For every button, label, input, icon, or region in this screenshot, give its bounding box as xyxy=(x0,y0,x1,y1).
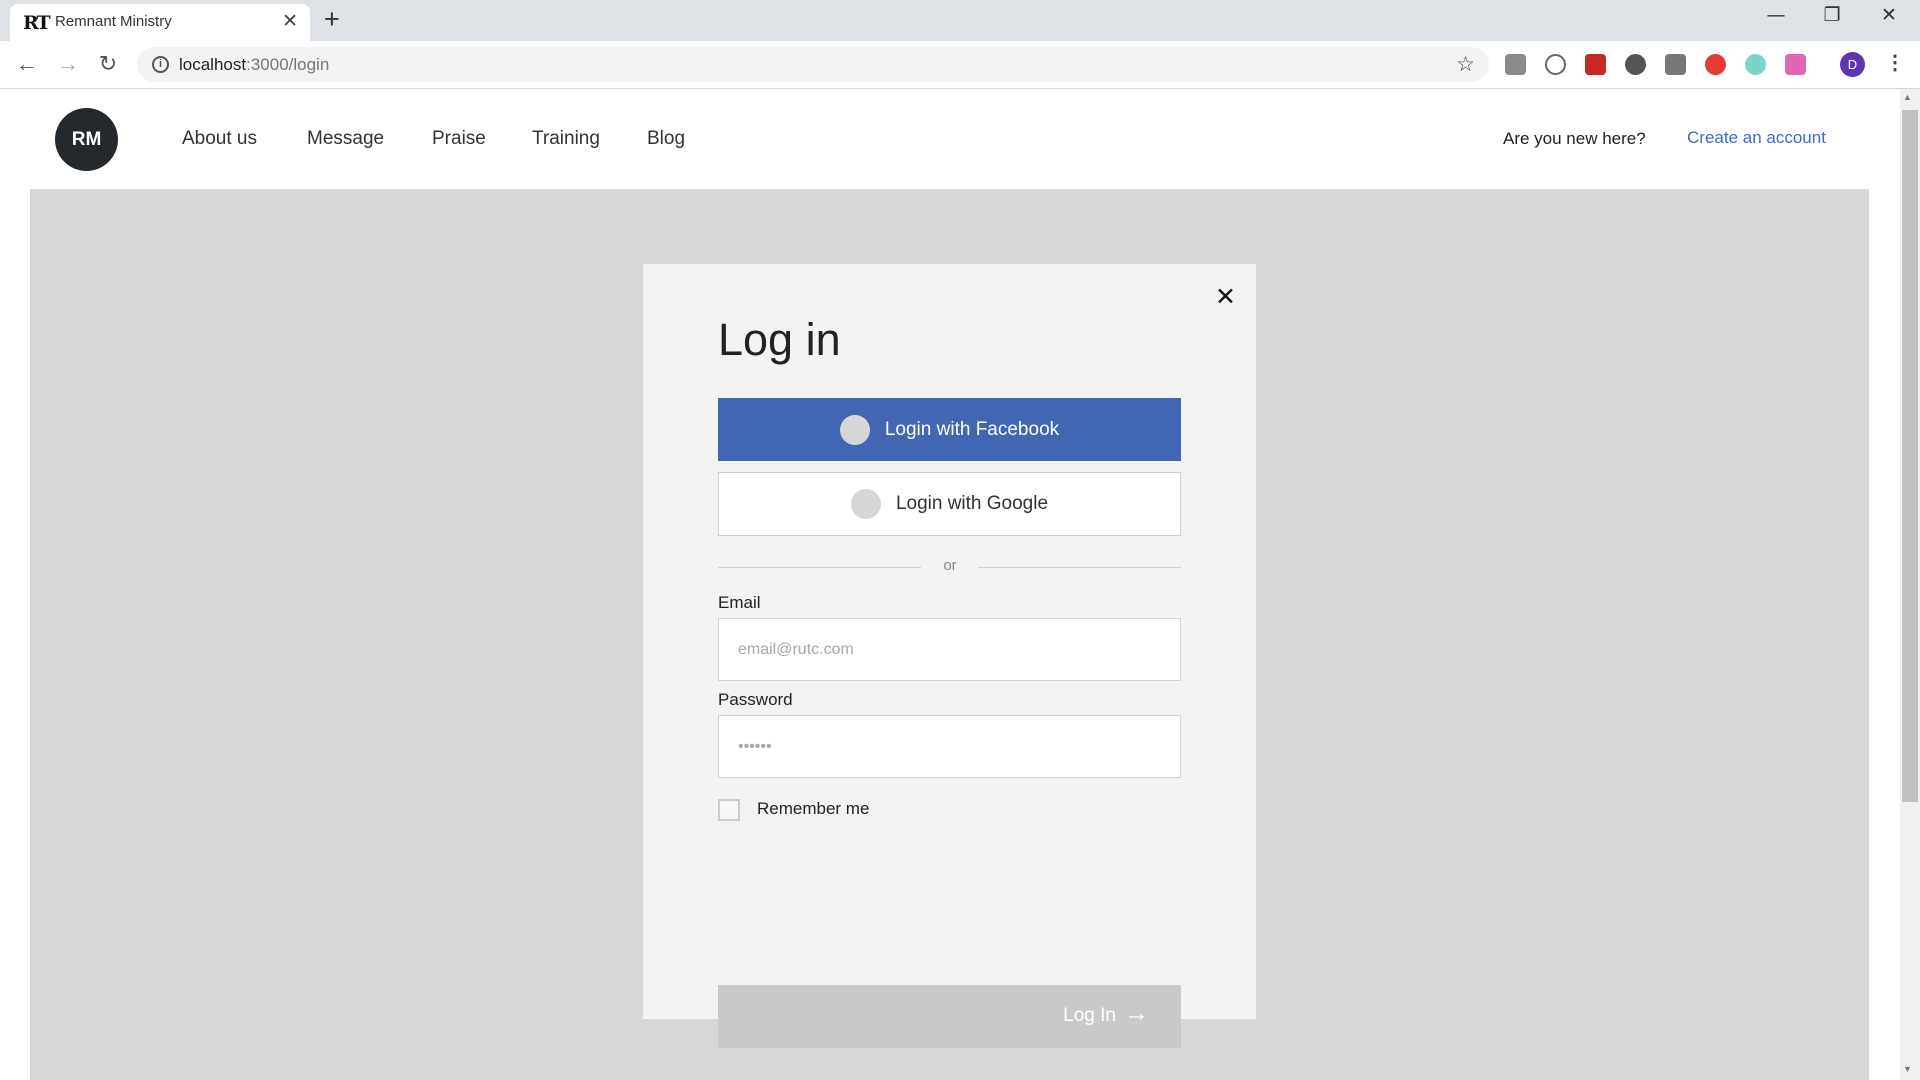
login-modal: ✕ Log in Login with Facebook Login with … xyxy=(643,264,1256,1048)
google-login-label: Login with Google xyxy=(895,493,1049,514)
or-divider-text: or xyxy=(943,557,957,574)
h-extension-icon[interactable] xyxy=(1545,54,1566,75)
browser-toolbar: ← → ↻ i localhost:3000/login ☆ D ⋮ xyxy=(0,41,1920,89)
es-extension-icon[interactable] xyxy=(1505,54,1526,75)
opera-extension-icon[interactable] xyxy=(1705,54,1726,75)
divider-left xyxy=(718,567,921,568)
remember-me-label[interactable]: Remember me xyxy=(757,799,869,819)
browser-tab[interactable]: RT Remnant Ministry ✕ xyxy=(10,4,310,41)
red-extension-icon[interactable] xyxy=(1585,54,1606,75)
nav-training[interactable]: Training xyxy=(532,128,600,150)
close-icon[interactable]: ✕ xyxy=(1215,282,1236,312)
favicon-icon: RT xyxy=(23,12,51,34)
email-field[interactable] xyxy=(718,618,1181,681)
arrow-right-icon: → xyxy=(1124,999,1149,1027)
restore-icon[interactable]: ❐ xyxy=(1809,4,1855,26)
password-field[interactable] xyxy=(718,715,1181,778)
url-text[interactable]: localhost:3000/login xyxy=(179,55,329,75)
page: RM About us Message Praise Training Blog… xyxy=(0,89,1900,1080)
divider-right xyxy=(978,567,1181,568)
google-login-button[interactable]: Login with Google xyxy=(718,472,1181,536)
close-window-icon[interactable]: ✕ xyxy=(1866,4,1912,26)
tab-title: Remnant Ministry xyxy=(55,13,172,30)
scrollbar-thumb[interactable] xyxy=(1902,110,1918,802)
tab-close-icon[interactable]: ✕ xyxy=(282,10,298,33)
password-label: Password xyxy=(718,690,793,709)
color-wheel-extension-icon[interactable] xyxy=(1745,54,1766,75)
info-icon[interactable]: i xyxy=(152,56,169,73)
site-header: RM About us Message Praise Training Blog… xyxy=(0,89,1900,189)
nav-about-us[interactable]: About us xyxy=(182,128,257,150)
forward-icon[interactable]: → xyxy=(53,49,83,79)
scroll-down-icon[interactable]: ▼ xyxy=(1903,1064,1912,1074)
facebook-icon xyxy=(839,414,870,445)
scroll-up-icon[interactable]: ▲ xyxy=(1903,92,1912,102)
new-tab-icon[interactable]: + xyxy=(324,4,340,35)
browser-tab-bar: RT Remnant Ministry ✕ + — ❐ ✕ xyxy=(0,0,1920,41)
minimize-icon[interactable]: — xyxy=(1753,4,1799,26)
profile-avatar[interactable]: D xyxy=(1840,52,1865,77)
bookmark-star-icon[interactable]: ☆ xyxy=(1456,52,1475,77)
email-label: Email xyxy=(718,593,761,612)
google-icon xyxy=(850,489,881,519)
circle-extension-icon[interactable] xyxy=(1625,54,1646,75)
back-icon[interactable]: ← xyxy=(12,49,42,79)
modal-title: Log in xyxy=(718,314,841,365)
remember-me-checkbox[interactable] xyxy=(718,799,740,821)
eyedropper-extension-icon[interactable] xyxy=(1665,54,1686,75)
nav-blog[interactable]: Blog xyxy=(647,128,685,150)
login-button-label: Log In xyxy=(1063,1005,1116,1026)
browser-menu-icon[interactable]: ⋮ xyxy=(1885,50,1905,75)
address-bar[interactable]: i localhost:3000/login ☆ xyxy=(137,47,1489,82)
facebook-login-label: Login with Facebook xyxy=(884,418,1060,440)
nav-message[interactable]: Message xyxy=(307,128,384,150)
nav-praise[interactable]: Praise xyxy=(432,128,486,150)
create-account-link[interactable]: Create an account xyxy=(1687,128,1826,148)
facebook-login-button[interactable]: Login with Facebook xyxy=(718,398,1181,461)
reload-icon[interactable]: ↻ xyxy=(93,49,123,79)
login-button[interactable]: Log In → xyxy=(718,985,1181,1048)
site-logo[interactable]: RM xyxy=(55,108,118,171)
gradient-extension-icon[interactable] xyxy=(1785,54,1806,75)
new-here-text: Are you new here? xyxy=(1503,129,1646,148)
